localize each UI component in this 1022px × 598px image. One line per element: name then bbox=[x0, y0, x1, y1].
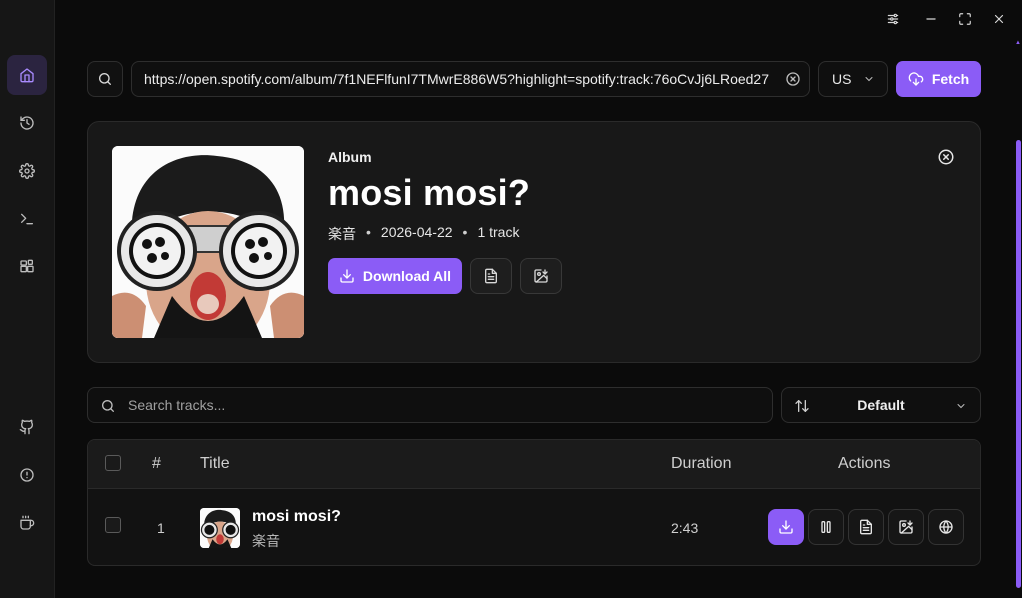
document-icon bbox=[485, 268, 497, 284]
album-cover bbox=[112, 146, 304, 338]
select-all-checkbox[interactable] bbox=[105, 455, 121, 471]
meta-separator: • bbox=[462, 224, 468, 240]
chevron-down-icon bbox=[957, 404, 965, 409]
cloud-download-icon bbox=[908, 72, 924, 86]
scroll-up-arrow[interactable]: ▲ bbox=[1015, 40, 1021, 46]
download-track-button[interactable] bbox=[768, 509, 804, 545]
fetch-button-label: Fetch bbox=[931, 71, 970, 87]
header-actions: Actions bbox=[838, 455, 891, 472]
meta-separator: • bbox=[366, 224, 371, 240]
album-title: mosi mosi? bbox=[328, 172, 531, 213]
track-thumbnail bbox=[200, 508, 240, 548]
download-all-button[interactable]: Download All bbox=[328, 258, 462, 294]
album-meta: 楽音 • 2026-04-22 • 1 track bbox=[328, 224, 519, 244]
columns-icon bbox=[821, 521, 831, 533]
clear-circle-icon[interactable] bbox=[785, 71, 801, 87]
download-icon bbox=[340, 269, 354, 283]
sidebar bbox=[0, 0, 55, 598]
track-queue-button[interactable] bbox=[808, 509, 844, 545]
track-search-input[interactable]: Search tracks... bbox=[87, 387, 773, 423]
track-number: 1 bbox=[157, 520, 165, 536]
table-header: # Title Duration Actions bbox=[88, 440, 980, 489]
maximize-icon bbox=[959, 13, 971, 25]
search-button[interactable] bbox=[87, 61, 123, 97]
url-input[interactable]: https://open.spotify.com/album/7f1NEFlfu… bbox=[131, 61, 810, 97]
coffee-icon bbox=[20, 515, 35, 530]
album-card: Album mosi mosi? 楽音 • 2026-04-22 • 1 tra… bbox=[87, 121, 981, 363]
chevron-down-icon bbox=[865, 77, 873, 82]
minimize-icon bbox=[926, 18, 936, 20]
close-icon bbox=[994, 14, 1004, 24]
sort-select[interactable]: Default bbox=[781, 387, 981, 423]
url-input-value: https://open.spotify.com/album/7f1NEFlfu… bbox=[144, 71, 770, 87]
minimize-button[interactable] bbox=[920, 8, 942, 30]
region-select-value: US bbox=[832, 71, 852, 87]
sort-arrows-icon bbox=[795, 400, 809, 412]
track-lyrics-button[interactable] bbox=[848, 509, 884, 545]
track-cover-download-button[interactable] bbox=[888, 509, 924, 545]
album-track-count: 1 track bbox=[477, 224, 520, 240]
apps-icon bbox=[20, 259, 34, 273]
sliders-icon bbox=[887, 13, 899, 25]
info-icon bbox=[20, 468, 34, 482]
image-download-icon bbox=[534, 269, 548, 283]
sidebar-item-history[interactable] bbox=[7, 103, 47, 143]
sidebar-item-home[interactable] bbox=[7, 55, 47, 95]
close-window-button[interactable] bbox=[988, 8, 1010, 30]
header-title[interactable]: Title bbox=[200, 455, 230, 473]
sidebar-item-terminal[interactable] bbox=[7, 199, 47, 239]
row-checkbox[interactable] bbox=[105, 517, 121, 533]
sidebar-item-apps[interactable] bbox=[7, 247, 47, 287]
track-duration: 2:43 bbox=[671, 520, 699, 536]
region-select[interactable]: US bbox=[818, 61, 888, 97]
album-cover-download-button[interactable] bbox=[520, 258, 562, 294]
sidebar-item-info[interactable] bbox=[7, 455, 47, 495]
github-icon bbox=[19, 419, 34, 435]
header-number: # bbox=[152, 455, 161, 472]
download-icon bbox=[779, 520, 793, 534]
sort-select-value: Default bbox=[857, 397, 905, 413]
history-icon bbox=[20, 116, 34, 130]
track-artist[interactable]: 楽音 bbox=[252, 531, 280, 551]
sidebar-item-github[interactable] bbox=[7, 407, 47, 447]
download-all-label: Download All bbox=[362, 268, 452, 284]
fetch-button[interactable]: Fetch bbox=[896, 61, 981, 97]
tracks-table: # Title Duration Actions 1 mosi mosi? 楽音… bbox=[87, 439, 981, 566]
track-open-web-button[interactable] bbox=[928, 509, 964, 545]
search-icon bbox=[102, 400, 114, 412]
close-album-icon[interactable] bbox=[937, 148, 955, 166]
album-lyrics-button[interactable] bbox=[470, 258, 512, 294]
header-duration[interactable]: Duration bbox=[671, 455, 731, 473]
settings-icon bbox=[19, 163, 35, 179]
scrollbar-thumb[interactable] bbox=[1016, 140, 1021, 588]
sidebar-item-settings[interactable] bbox=[7, 151, 47, 191]
maximize-button[interactable] bbox=[954, 8, 976, 30]
image-download-icon bbox=[899, 520, 913, 534]
album-release-date: 2026-04-22 bbox=[380, 224, 453, 240]
sidebar-item-coffee[interactable] bbox=[7, 503, 47, 543]
home-icon bbox=[20, 68, 34, 83]
table-row[interactable]: 1 mosi mosi? 楽音 2:43 bbox=[88, 489, 980, 565]
track-title: mosi mosi? bbox=[252, 508, 341, 525]
track-search-placeholder: Search tracks... bbox=[128, 397, 226, 413]
globe-icon bbox=[939, 520, 953, 534]
settings-toggle-button[interactable] bbox=[882, 8, 904, 30]
search-icon bbox=[99, 73, 111, 85]
album-type-label: Album bbox=[328, 149, 372, 165]
album-artist[interactable]: 楽音 bbox=[328, 224, 356, 244]
document-icon bbox=[860, 519, 872, 535]
terminal-icon bbox=[21, 213, 33, 225]
